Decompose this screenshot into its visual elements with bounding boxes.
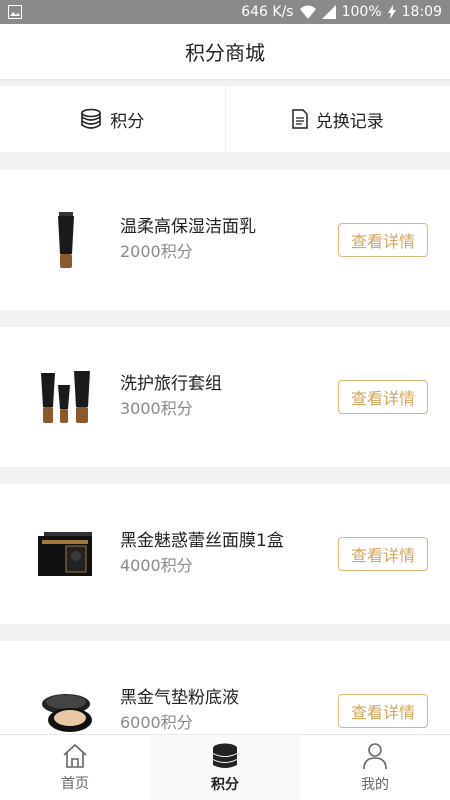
- tab-points[interactable]: 积分: [0, 86, 225, 152]
- tab-points-label: 积分: [110, 111, 145, 132]
- product-list: 温柔高保湿洁面乳 2000积分 查看详情 洗护旅行套组 3000积分 查看详情: [0, 170, 450, 798]
- product-card[interactable]: 黑金魅惑蕾丝面膜1盒 4000积分 查看详情: [0, 484, 450, 624]
- product-name: 黑金气垫粉底液: [120, 688, 239, 708]
- product-image-face-mask: [26, 514, 106, 594]
- view-details-button[interactable]: 查看详情: [338, 380, 428, 414]
- product-card[interactable]: 温柔高保湿洁面乳 2000积分 查看详情: [0, 170, 450, 310]
- coins-stack-icon: [213, 743, 237, 768]
- product-name: 洗护旅行套组: [120, 374, 222, 394]
- product-info: 温柔高保湿洁面乳 2000积分: [120, 215, 256, 265]
- status-right: 646 K/s 100% 18:09: [241, 4, 442, 20]
- nav-home-label: 首页: [61, 775, 89, 792]
- product-name: 温柔高保湿洁面乳: [120, 217, 256, 237]
- nav-me[interactable]: 我的: [300, 735, 450, 800]
- app-header: 积分商城: [0, 24, 450, 80]
- nav-home[interactable]: 首页: [0, 735, 150, 800]
- view-details-button[interactable]: 查看详情: [338, 223, 428, 257]
- view-details-button[interactable]: 查看详情: [338, 537, 428, 571]
- product-points: 4000积分: [120, 556, 193, 575]
- nav-points[interactable]: 积分: [150, 735, 300, 800]
- nav-points-label: 积分: [211, 776, 239, 793]
- product-info: 黑金魅惑蕾丝面膜1盒 4000积分: [120, 529, 284, 579]
- tab-redeem-history[interactable]: 兑换记录: [224, 86, 450, 152]
- home-icon: [63, 743, 87, 768]
- product-points: 3000积分: [120, 399, 193, 418]
- image-notification-icon: [8, 5, 22, 19]
- product-points: 6000积分: [120, 713, 193, 732]
- battery-percent: 100%: [341, 4, 382, 20]
- clock: 18:09: [401, 4, 442, 20]
- product-card[interactable]: 洗护旅行套组 3000积分 查看详情: [0, 327, 450, 467]
- product-info: 黑金气垫粉底液 6000积分: [120, 686, 239, 736]
- product-image-cleanser: [26, 200, 106, 280]
- tab-redeem-history-label: 兑换记录: [315, 111, 384, 132]
- tab-bar: 积分 兑换记录: [0, 86, 450, 152]
- status-bar: 646 K/s 100% 18:09: [0, 0, 450, 24]
- user-icon: [363, 742, 387, 769]
- product-points: 2000积分: [120, 242, 193, 261]
- product-image-travel-set: [26, 357, 106, 437]
- nav-me-label: 我的: [361, 776, 389, 793]
- bottom-nav: 首页 积分 我的: [0, 734, 450, 800]
- product-info: 洗护旅行套组 3000积分: [120, 372, 222, 422]
- signal-icon: [321, 5, 336, 19]
- status-left: [8, 5, 22, 19]
- product-name: 黑金魅惑蕾丝面膜1盒: [120, 531, 284, 551]
- wifi-icon: [299, 5, 316, 19]
- charging-icon: [387, 5, 396, 19]
- page-title: 积分商城: [185, 41, 265, 65]
- view-details-button[interactable]: 查看详情: [338, 694, 428, 728]
- network-speed: 646 K/s: [241, 4, 294, 20]
- document-icon: [292, 109, 308, 129]
- coins-stack-icon: [81, 108, 102, 129]
